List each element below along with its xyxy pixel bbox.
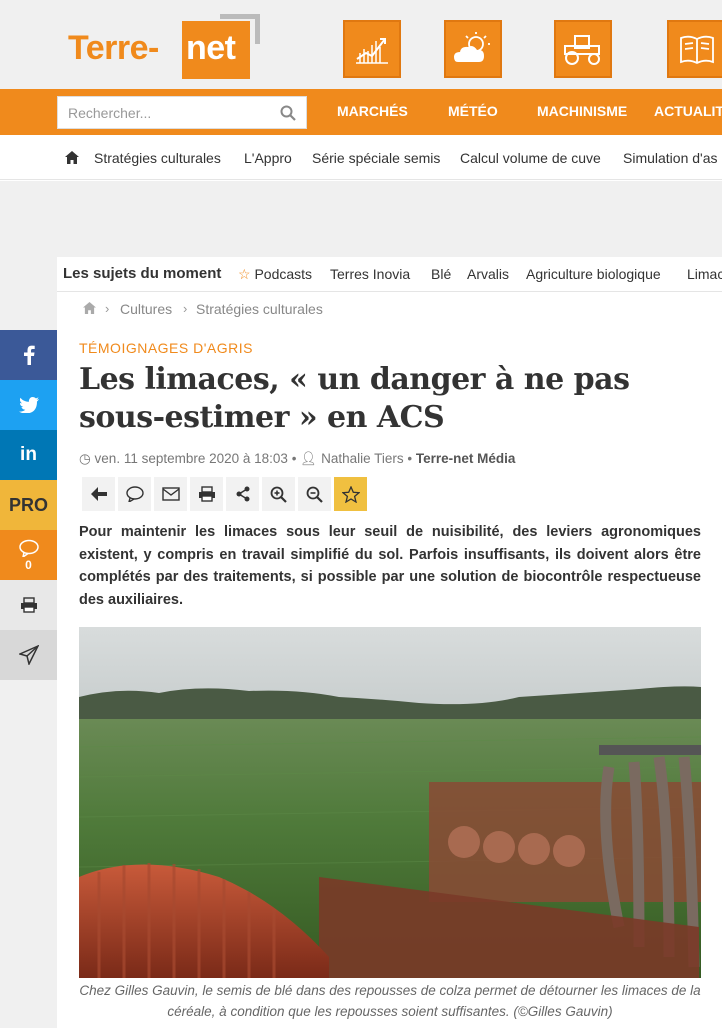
chart-growth-icon [356, 38, 388, 64]
breadcrumb-home-icon[interactable] [83, 302, 96, 314]
comment-icon [125, 486, 144, 502]
trending-item-label: Podcasts [254, 266, 313, 282]
print-side-button[interactable] [0, 580, 57, 630]
article-meta: ◷ ven. 11 septembre 2020 à 18:03 • 👤︎ Na… [79, 451, 516, 466]
article-photo [79, 627, 701, 978]
trending-item-arvalis[interactable]: Arvalis [467, 266, 509, 282]
article-date: ven. 11 septembre 2020 à 18:03 [94, 451, 288, 466]
email-button[interactable] [154, 477, 187, 511]
newspaper-icon [680, 35, 714, 65]
pro-button[interactable]: PRO [0, 480, 57, 530]
back-button[interactable] [82, 477, 115, 511]
share-button[interactable] [226, 477, 259, 511]
markets-tile[interactable] [343, 20, 401, 78]
trending-item-limaces[interactable]: Limac [687, 266, 722, 282]
pro-label: PRO [8, 494, 48, 515]
logo-text-part2: net [186, 29, 236, 67]
subnav-item-semis[interactable]: Série spéciale semis [312, 150, 440, 166]
favorite-button[interactable] [334, 477, 367, 511]
arrow-left-icon [90, 487, 107, 501]
paper-plane-icon [18, 645, 39, 665]
printer-icon [198, 486, 215, 502]
chevron-right-icon: › [105, 301, 110, 316]
home-icon[interactable] [65, 151, 79, 164]
news-tile[interactable] [667, 20, 722, 78]
search-input[interactable] [68, 97, 268, 128]
article-title: Les limaces, « un danger à ne pas sous-e… [79, 362, 630, 435]
trending-item-terres-inovia[interactable]: Terres Inovia [330, 266, 410, 282]
trending-title: Les sujets du moment [63, 265, 222, 282]
envelope-icon [161, 487, 180, 501]
trending-item-bio[interactable]: Agriculture biologique [526, 266, 661, 282]
photo-caption: Chez Gilles Gauvin, le semis de blé dans… [79, 983, 701, 1019]
print-button[interactable] [190, 477, 223, 511]
breadcrumb-strategies[interactable]: Stratégies culturales [196, 301, 323, 317]
site-logo[interactable]: Terre- net [68, 14, 268, 80]
nav-weather[interactable]: MÉTÉO [448, 103, 498, 119]
article-source[interactable]: Terre-net Média [416, 451, 516, 466]
subnav-item-simulation[interactable]: Simulation d'as [623, 150, 718, 166]
zoom-out-icon [306, 486, 323, 503]
subnav-item-appro[interactable]: L'Appro [244, 150, 292, 166]
nav-machinery[interactable]: MACHINISME [537, 103, 627, 119]
comment-button[interactable] [118, 477, 151, 511]
article-lead: Pour maintenir les limaces sous leur seu… [79, 524, 701, 608]
star-icon: ☆ [238, 266, 251, 282]
zoom-in-icon [270, 486, 287, 503]
tractor-icon [564, 35, 600, 65]
send-side-button[interactable] [0, 630, 57, 680]
linkedin-share-button[interactable]: in [0, 430, 57, 480]
article-category[interactable]: TÉMOIGNAGES D'AGRIS [79, 340, 253, 356]
search-icon[interactable] [280, 105, 296, 121]
trending-item-ble[interactable]: Blé [431, 266, 451, 282]
zoom-out-button[interactable] [298, 477, 331, 511]
linkedin-icon: in [20, 444, 37, 465]
field-photo-image [79, 627, 701, 978]
twitter-share-button[interactable] [0, 380, 57, 430]
zoom-in-button[interactable] [262, 477, 295, 511]
printer-icon [20, 597, 37, 613]
logo-text-part1: Terre- [68, 29, 159, 67]
nav-news[interactable]: ACTUALITÉ [654, 103, 722, 119]
star-icon [341, 485, 360, 503]
user-icon: 👤︎ [300, 451, 318, 466]
subnav-item-calcul[interactable]: Calcul volume de cuve [460, 150, 601, 166]
subnav-item-strategies[interactable]: Stratégies culturales [94, 150, 221, 166]
twitter-icon [18, 397, 39, 413]
search-box [57, 96, 307, 129]
weather-sun-cloud-icon [454, 32, 490, 62]
comment-icon [18, 539, 39, 557]
share-icon [236, 486, 249, 502]
ad-area [0, 181, 722, 257]
breadcrumb-cultures[interactable]: Cultures [120, 301, 172, 317]
comments-button[interactable]: 0 [0, 530, 57, 580]
nav-markets[interactable]: MARCHÉS [337, 103, 408, 119]
comment-count: 0 [25, 557, 32, 572]
weather-tile[interactable] [444, 20, 502, 78]
facebook-share-button[interactable] [0, 330, 57, 380]
clock-icon: ◷ [79, 451, 91, 466]
chevron-right-icon: › [183, 301, 188, 316]
machinery-tile[interactable] [554, 20, 612, 78]
article-toolbar [82, 477, 367, 511]
trending-item-podcasts[interactable]: ☆ Podcasts [238, 266, 312, 283]
article-author[interactable]: Nathalie Tiers [321, 451, 404, 466]
facebook-icon [23, 345, 35, 365]
